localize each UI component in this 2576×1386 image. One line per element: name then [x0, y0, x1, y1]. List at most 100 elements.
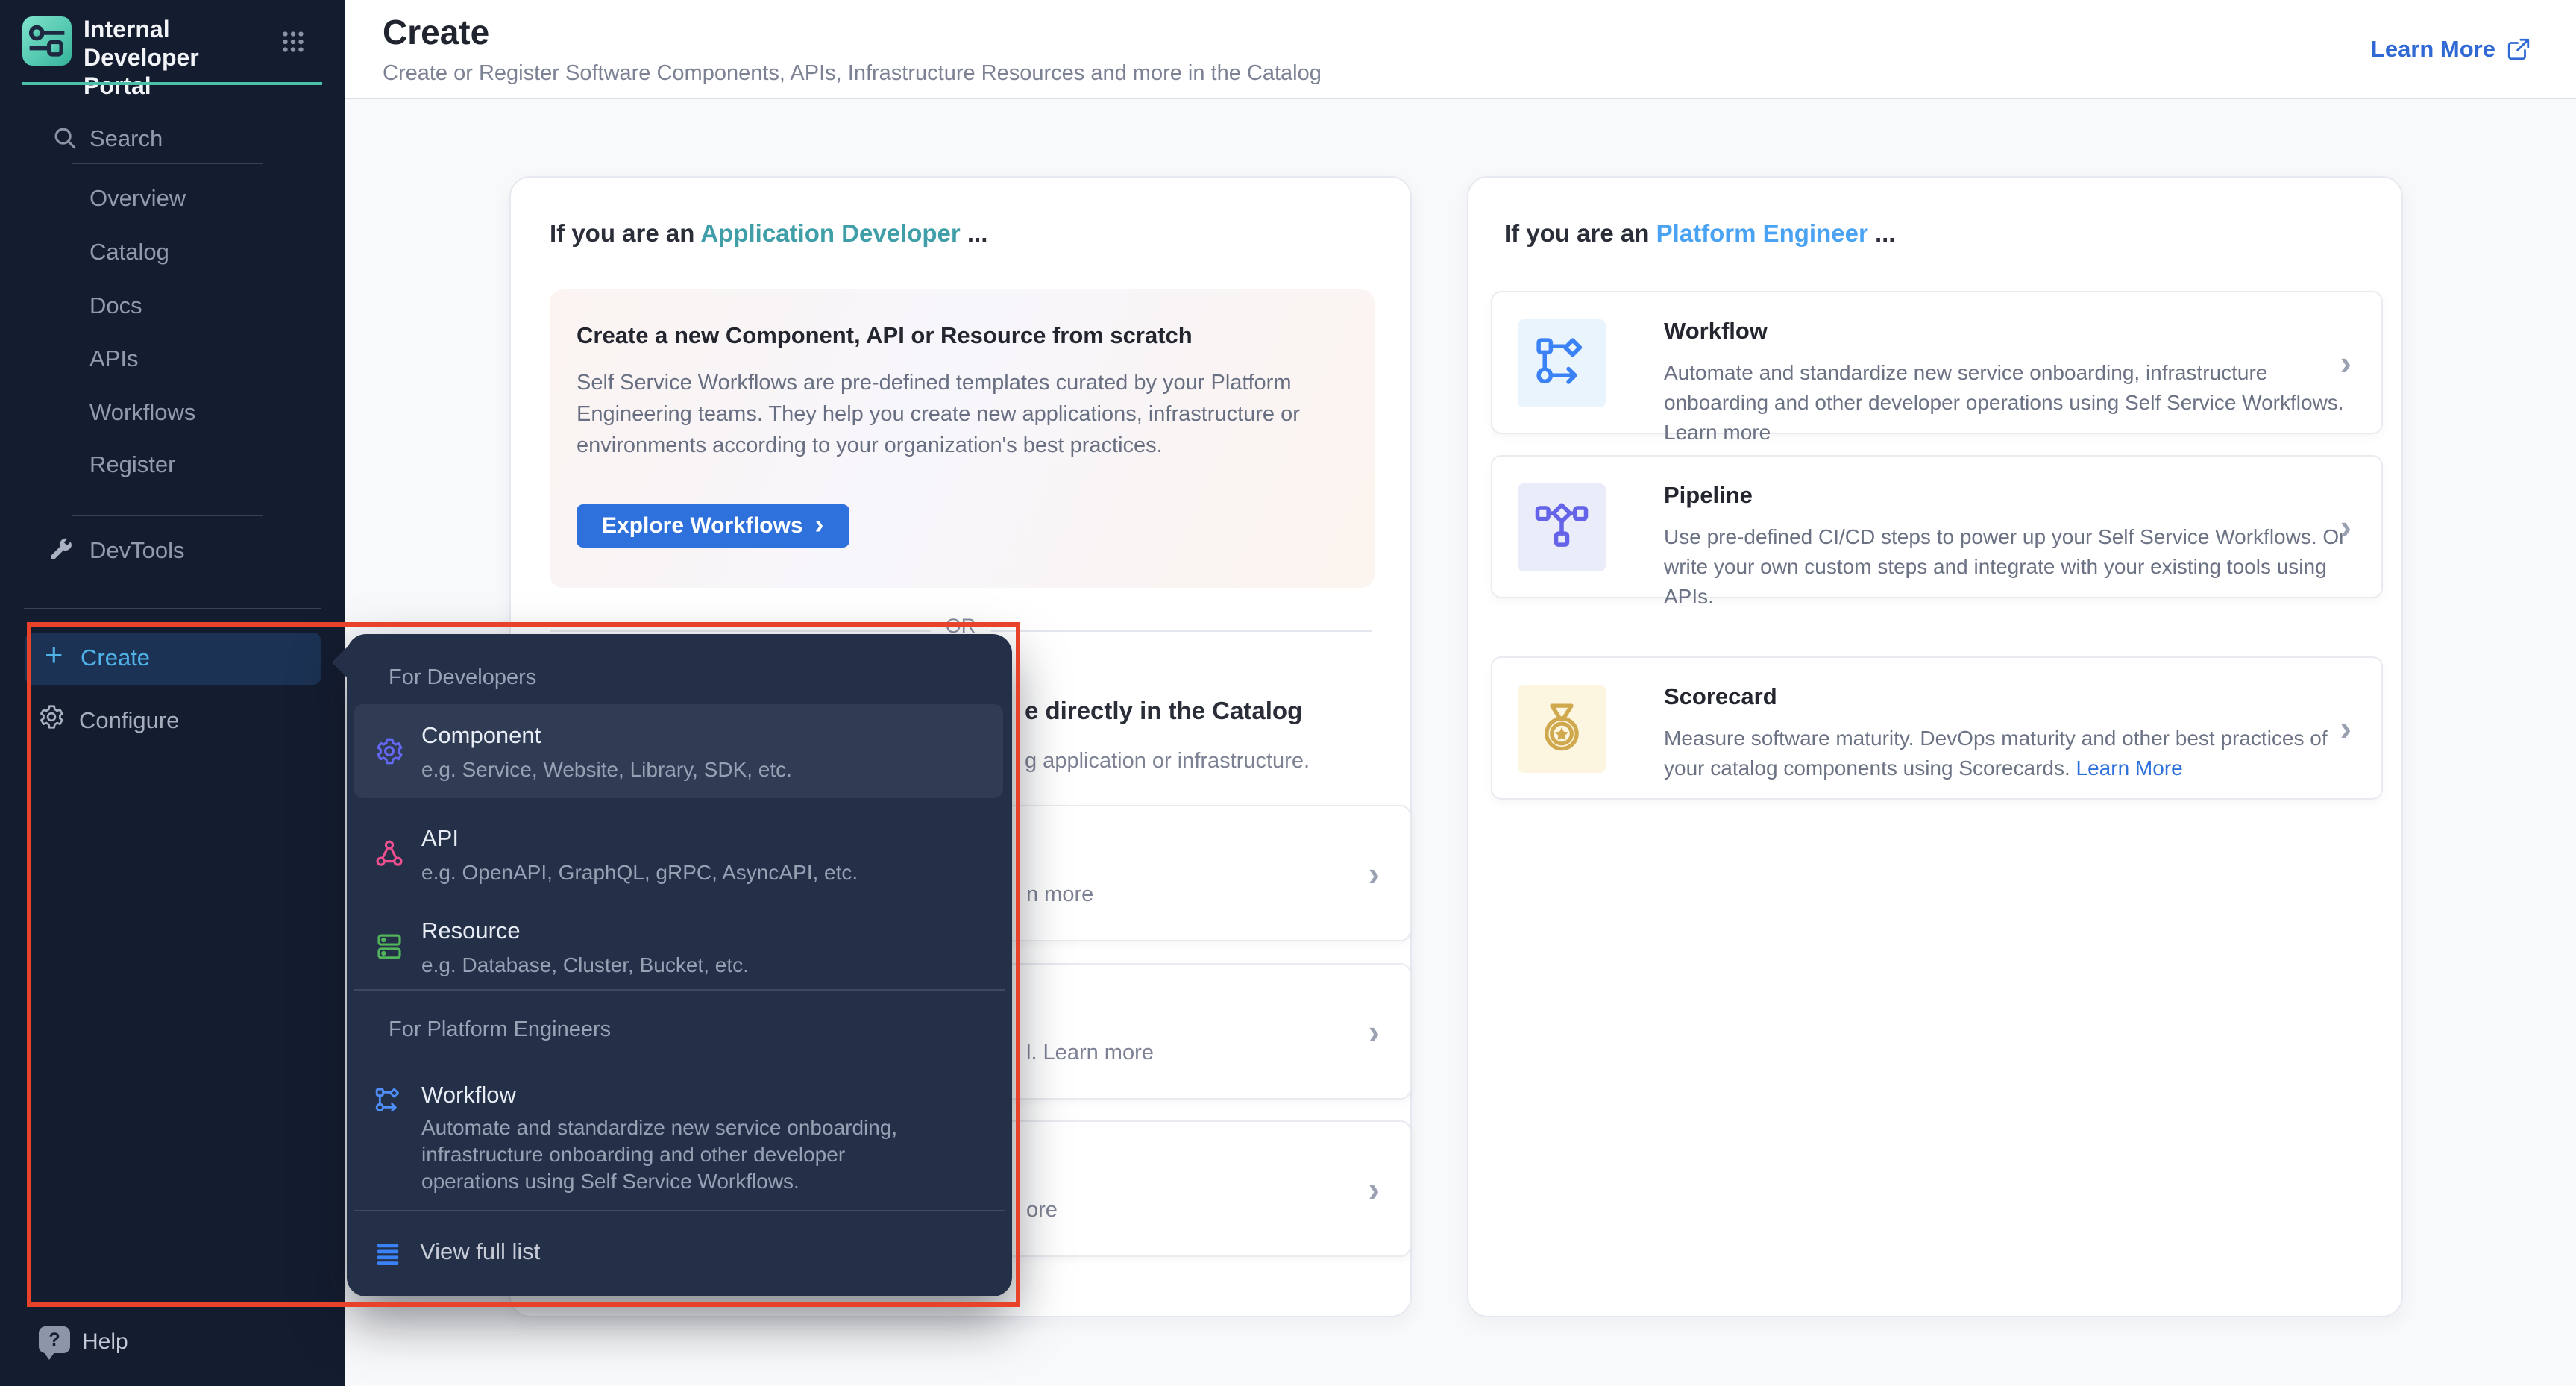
gear-icon — [37, 703, 66, 731]
question-glyph: ? — [48, 1329, 60, 1351]
page-title: Create — [383, 12, 489, 52]
row-title: Pipeline — [1664, 482, 1753, 509]
component-gear-icon — [374, 736, 405, 767]
create-section-divider — [24, 608, 321, 609]
for-platform-engineers-label: For Platform Engineers — [389, 1017, 611, 1042]
sidebar-item-label: APIs — [89, 345, 138, 372]
sidebar-item-label: Create — [81, 645, 150, 671]
page-header: Create Create or Register Software Compo… — [345, 0, 2576, 99]
scorecard-learn-more-link[interactable]: Learn More — [2076, 756, 2183, 780]
platform-card-heading: If you are an Platform Engineer ... — [1504, 219, 1895, 248]
list-icon — [374, 1240, 402, 1268]
scorecard-row[interactable]: Scorecard Measure software maturity. Dev… — [1491, 656, 2383, 800]
flyout-item-component[interactable]: Component e.g. Service, Website, Library… — [354, 704, 1003, 798]
flyout-item-workflow[interactable]: Workflow Automate and standardize new se… — [354, 1076, 1003, 1207]
sidebar-item-search[interactable]: Search — [0, 119, 345, 161]
workflow-icon — [1518, 319, 1606, 407]
sidebar-item-overview[interactable]: Overview — [0, 179, 345, 221]
search-divider — [72, 163, 263, 164]
view-full-list-label: View full list — [420, 1238, 540, 1265]
heading-prefix: If you are an — [1504, 219, 1656, 247]
wrench-icon — [46, 537, 75, 565]
sidebar-item-label: Catalog — [89, 239, 169, 266]
row-text-fragment: n more — [1026, 882, 1093, 907]
flyout-item-title: API — [421, 825, 459, 852]
flyout-notch — [332, 646, 348, 679]
app-window: Create Create or Register Software Compo… — [0, 0, 2576, 1386]
for-developers-label: For Developers — [389, 665, 536, 690]
heading-role: Application Developer — [700, 219, 960, 247]
explore-workflows-button[interactable]: Explore Workflows › — [577, 504, 849, 548]
chevron-right-icon: › — [1369, 1015, 1380, 1049]
chevron-right-icon: › — [1369, 856, 1380, 891]
flyout-item-desc: e.g. OpenAPI, GraphQL, gRPC, AsyncAPI, e… — [421, 861, 858, 885]
sidebar-item-catalog[interactable]: Catalog — [0, 233, 345, 275]
resource-icon — [374, 931, 405, 962]
platform-engineer-card: If you are an Platform Engineer ... Work… — [1467, 176, 2403, 1317]
pipeline-icon — [1518, 483, 1606, 571]
logo-row: Internal Developer Portal — [0, 0, 345, 84]
row-text-fragment: l. Learn more — [1026, 1041, 1154, 1065]
row-description: Automate and standardize new service onb… — [1664, 358, 2347, 448]
create-from-scratch-panel: Create a new Component, API or Resource … — [550, 289, 1375, 588]
sidebar-item-workflows[interactable]: Workflows — [0, 393, 345, 435]
sidebar-item-label: Overview — [89, 185, 186, 212]
flyout-item-resource[interactable]: Resource e.g. Database, Cluster, Bucket,… — [354, 909, 1003, 997]
external-link-icon — [2506, 37, 2531, 62]
sidebar-item-help[interactable]: ? Help — [0, 1323, 345, 1368]
chevron-right-icon: › — [815, 511, 824, 538]
learn-more-link[interactable]: Learn More — [2371, 36, 2531, 63]
apps-grid-icon[interactable] — [280, 28, 307, 55]
create-flyout-menu: For Developers Component e.g. Service, W… — [347, 634, 1012, 1296]
sidebar-item-label: DevTools — [89, 537, 185, 564]
sidebar-item-devtools[interactable]: DevTools — [0, 531, 345, 573]
sidebar-item-configure[interactable]: Configure — [0, 694, 345, 743]
heading-prefix: If you are an — [550, 219, 700, 247]
sidebar-item-label: Workflows — [89, 399, 195, 426]
cta-title: Create a new Component, API or Resource … — [577, 322, 1193, 349]
pipeline-row[interactable]: Pipeline Use pre-defined CI/CD steps to … — [1491, 455, 2383, 598]
app-title: Internal Developer Portal — [84, 15, 270, 100]
chevron-right-icon: › — [2340, 345, 2352, 380]
sidebar-item-create[interactable]: + Create — [25, 633, 321, 685]
row-title: Scorecard — [1664, 683, 1777, 710]
flyout-item-title: Resource — [421, 918, 521, 944]
row-description-text: Measure software maturity. DevOps maturi… — [1664, 727, 2328, 780]
flyout-item-desc: e.g. Database, Cluster, Bucket, etc. — [421, 953, 749, 977]
help-icon: ? — [39, 1326, 70, 1353]
accent-divider — [22, 82, 322, 85]
sidebar-item-label: Search — [89, 125, 163, 152]
flyout-divider — [354, 989, 1005, 991]
sidebar-item-docs[interactable]: Docs — [0, 286, 345, 328]
sidebar-item-label: Register — [89, 451, 175, 478]
explore-workflows-label: Explore Workflows — [602, 513, 803, 539]
sidebar-item-label: Docs — [89, 292, 142, 319]
flyout-item-title: Component — [421, 722, 541, 749]
flyout-item-api[interactable]: API e.g. OpenAPI, GraphQL, gRPC, AsyncAP… — [354, 815, 1003, 903]
flyout-item-title: Workflow — [421, 1082, 516, 1109]
developer-card-heading: If you are an Application Developer ... — [550, 219, 987, 248]
plus-icon: + — [45, 637, 63, 673]
flyout-item-desc: e.g. Service, Website, Library, SDK, etc… — [421, 758, 792, 782]
register-subtitle-fragment: g application or infrastructure. — [1025, 749, 1310, 774]
learn-more-label: Learn More — [2371, 36, 2495, 63]
register-heading-fragment: e directly in the Catalog — [1025, 697, 1302, 725]
app-logo-icon — [22, 16, 72, 66]
row-description: Measure software maturity. DevOps maturi… — [1664, 724, 2347, 783]
sidebar-item-register[interactable]: Register — [0, 445, 345, 487]
sidebar-item-label: Configure — [79, 707, 179, 734]
heading-role: Platform Engineer — [1656, 219, 1868, 247]
api-icon — [374, 838, 405, 870]
chevron-right-icon: › — [2340, 711, 2352, 745]
flyout-divider — [354, 1210, 1005, 1211]
sidebar-item-label: Help — [82, 1329, 128, 1355]
workflow-row[interactable]: Workflow Automate and standardize new se… — [1491, 291, 2383, 434]
cta-body: Self Service Workflows are pre-defined t… — [577, 367, 1364, 461]
devtools-divider — [72, 515, 263, 516]
row-title: Workflow — [1664, 318, 1768, 345]
flyout-item-view-full-list[interactable]: View full list — [354, 1228, 1003, 1282]
sidebar-item-apis[interactable]: APIs — [0, 339, 345, 381]
heading-suffix: ... — [961, 219, 988, 247]
chevron-right-icon: › — [1369, 1172, 1380, 1206]
row-description: Use pre-defined CI/CD steps to power up … — [1664, 522, 2347, 612]
